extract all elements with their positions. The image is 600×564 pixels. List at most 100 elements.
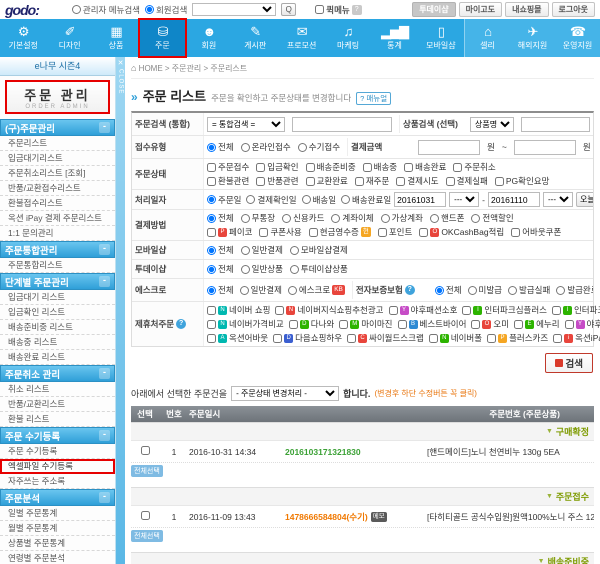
sidebar-item[interactable]: 주문취소리스트 [조회] <box>0 166 115 181</box>
product-search-input[interactable] <box>521 117 590 132</box>
date-type-radio[interactable]: 배송완료일 <box>341 194 391 206</box>
affiliate-checkbox[interactable]: E에누리 <box>514 318 559 330</box>
affiliate-checkbox[interactable]: O오미 <box>471 318 509 330</box>
affiliate-checkbox[interactable]: I인터파크심플러스 <box>462 304 547 316</box>
top-search-button[interactable]: Q <box>281 3 296 16</box>
myshop-button[interactable]: 내쇼핑몰 <box>505 2 548 17</box>
order-state-checkbox[interactable]: 배송준비중 <box>306 161 356 173</box>
row-select-checkbox[interactable] <box>141 511 150 520</box>
nav-item[interactable]: ▦ 상품 <box>93 19 139 57</box>
order-state-checkbox[interactable]: 배송중 <box>363 161 397 173</box>
amount-from-input[interactable] <box>418 140 480 155</box>
quick-menu-checkbox[interactable]: 퀵메뉴 ? <box>315 4 361 16</box>
top-search-select[interactable] <box>192 3 276 16</box>
manual-badge[interactable]: ? 매뉴얼 <box>356 92 391 105</box>
pay-method-radio[interactable]: 전체 <box>207 212 234 224</box>
sidebar-item[interactable]: 연령별 주문분석 <box>0 551 115 564</box>
mobileshop-radio[interactable]: 일반결제 <box>241 244 283 256</box>
sidebar-item[interactable]: 1:1 문의관리 <box>0 226 115 241</box>
order-state-checkbox[interactable]: 주문취소 <box>453 161 495 173</box>
sidebar-section-manual-entry[interactable]: 주문 수기등록- <box>0 427 115 444</box>
pay-method-checkbox[interactable]: 쿠폰사용 <box>259 226 301 238</box>
sidebar-item[interactable]: 반품/교환접수리스트 <box>0 181 115 196</box>
nav-item[interactable]: ✉ 프로모션 <box>278 19 324 57</box>
sidebar-item[interactable]: 배송중 리스트 <box>0 335 115 350</box>
collapse-icon[interactable]: - <box>99 122 110 133</box>
order-state-checkbox[interactable]: PG확인요망 <box>495 175 550 187</box>
order-state-checkbox[interactable]: 반품관련 <box>256 175 298 187</box>
pay-method-radio[interactable]: 신용카드 <box>282 212 324 224</box>
sidebar-section-by-step[interactable]: 단계별 주문관리- <box>0 273 115 290</box>
sidebar-section-integrated[interactable]: 주문통합관리- <box>0 241 115 258</box>
product-search-select[interactable]: 상품명 <box>470 117 514 132</box>
pay-method-radio[interactable]: 무통장 <box>241 212 275 224</box>
date-from-time-select[interactable]: --- <box>449 192 479 207</box>
affiliate-checkbox[interactable]: A옥션어바웃 <box>207 332 268 344</box>
pay-method-radio[interactable]: 전액할인 <box>471 212 513 224</box>
order-state-checkbox[interactable]: 결제실패 <box>446 175 488 187</box>
affiliate-checkbox[interactable]: M마이마진 <box>339 318 392 330</box>
affiliate-checkbox[interactable]: D다나와 <box>289 318 334 330</box>
chevron-down-icon[interactable]: ▼ <box>546 493 553 500</box>
nav-item[interactable]: ▂▅▇ 통계 <box>371 19 417 57</box>
nav-item[interactable]: ♫ 마케팅 <box>325 19 371 57</box>
sidebar-item[interactable]: 월별 주문통계 <box>0 521 115 536</box>
search-button[interactable]: 검색 <box>545 353 593 373</box>
order-state-checkbox[interactable]: 배송완료 <box>404 161 446 173</box>
affiliate-checkbox[interactable]: i옥션iPay <box>553 332 600 344</box>
sidebar-item[interactable]: 취소 리스트 <box>0 382 115 397</box>
help-icon[interactable]: ? <box>405 285 415 295</box>
pay-method-checkbox[interactable]: P페이코 <box>207 226 252 238</box>
sidebar-item[interactable]: 반품/교환리스트 <box>0 397 115 412</box>
order-number-link[interactable]: 1478666584804(수기) <box>285 511 368 523</box>
order-state-checkbox[interactable]: 결제시도 <box>396 175 438 187</box>
sidebar-item[interactable]: 주문통합리스트 <box>0 258 115 273</box>
sidebar-item[interactable]: 자주쓰는 주소록 <box>0 474 115 489</box>
pay-method-checkbox[interactable]: 어바웃쿠폰 <box>511 226 561 238</box>
sidebar-item[interactable]: 일별 주문통계 <box>0 506 115 521</box>
sidebar-section-cancel[interactable]: 주문취소 관리- <box>0 365 115 382</box>
collapse-icon[interactable]: - <box>99 276 110 287</box>
collapse-icon[interactable]: - <box>99 430 110 441</box>
collapse-icon[interactable]: - <box>99 492 110 503</box>
order-search-input[interactable] <box>292 117 392 132</box>
affiliate-checkbox[interactable]: N네이버가격비교 <box>207 318 284 330</box>
date-quick-button[interactable]: 오늘 <box>576 192 593 207</box>
pay-method-checkbox[interactable]: 현금영수증현 <box>309 226 371 238</box>
todayshop-button[interactable]: 투데이샵 <box>412 2 455 17</box>
select-all-button[interactable]: 전체선택 <box>131 530 163 542</box>
nav-item[interactable]: ✎ 게시판 <box>232 19 278 57</box>
nav-item[interactable]: ⚙ 기본설정 <box>0 19 46 57</box>
guarantee-radio[interactable]: 발급실패 <box>508 284 550 296</box>
receipt-type-radio[interactable]: 전체 <box>207 141 234 153</box>
date-to-time-select[interactable]: --- <box>543 192 573 207</box>
chevron-down-icon[interactable]: ▼ <box>538 558 545 564</box>
sidebar-item[interactable]: 엑셀파일 수기등록 <box>0 459 115 474</box>
guarantee-radio[interactable]: 미발급 <box>468 284 502 296</box>
todayshop-radio[interactable]: 투데이샵상품 <box>290 263 348 275</box>
sidebar-section-analysis[interactable]: 주문분석- <box>0 489 115 506</box>
pay-method-radio[interactable]: 계좌이체 <box>331 212 373 224</box>
order-state-checkbox[interactable]: 환불관련 <box>207 175 249 187</box>
pay-method-radio[interactable]: 핸드폰 <box>430 212 464 224</box>
quick-menu-help-icon[interactable]: ? <box>352 5 362 15</box>
sidebar-item[interactable]: 입금확인 리스트 <box>0 305 115 320</box>
order-state-checkbox[interactable]: 주문접수 <box>207 161 249 173</box>
mobileshop-radio[interactable]: 모바일샵결제 <box>290 244 348 256</box>
date-to-input[interactable] <box>488 192 540 207</box>
affiliate-checkbox[interactable]: N네이버폴 <box>429 332 482 344</box>
sidebar-item[interactable]: 환불접수리스트 <box>0 196 115 211</box>
pay-method-radio[interactable]: 가상계좌 <box>381 212 423 224</box>
close-icon[interactable]: ✕ <box>118 60 124 67</box>
order-state-checkbox[interactable]: 재주문 <box>355 175 389 187</box>
mygodo-button[interactable]: 마이고도 <box>459 2 502 17</box>
sidebar-item[interactable]: 환불 리스트 <box>0 412 115 427</box>
guarantee-radio[interactable]: 전체 <box>435 284 462 296</box>
escrow-radio[interactable]: 전체 <box>207 284 234 296</box>
date-from-input[interactable] <box>394 192 446 207</box>
todayshop-radio[interactable]: 전체 <box>207 263 234 275</box>
receipt-type-radio[interactable]: 온라인접수 <box>241 141 291 153</box>
sidebar-close-strip[interactable]: ✕ CLOSE <box>116 57 125 564</box>
sidebar-item[interactable]: 옥션 iPay 결제 주문리스트 <box>0 211 115 226</box>
order-number-link[interactable]: 2016103171321830 <box>285 447 361 457</box>
